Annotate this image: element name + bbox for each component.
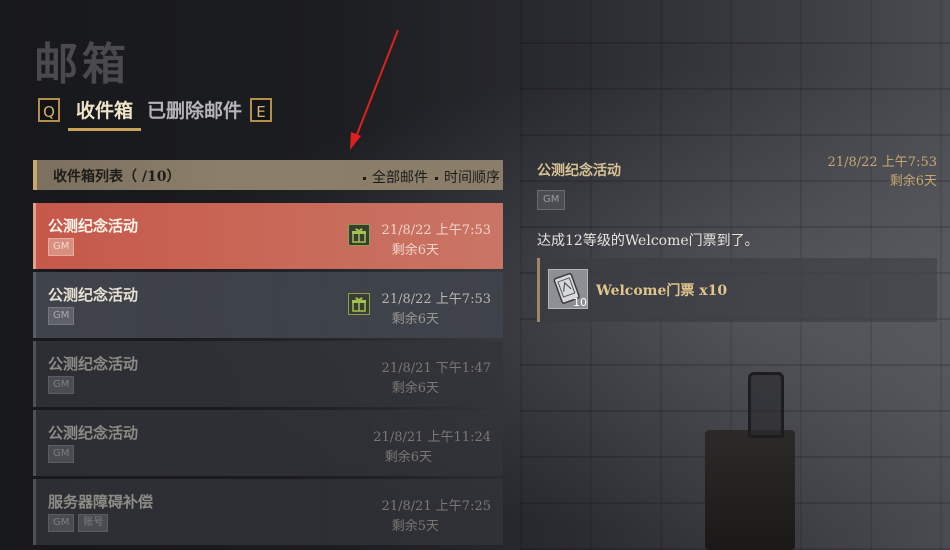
mail-badges: GM 账号	[48, 514, 109, 532]
mail-row[interactable]: 公测纪念活动 GM 21/8/22 上午7:53 剩余6天	[33, 203, 503, 269]
gm-badge: GM	[48, 307, 75, 325]
gm-badge: GM	[48, 238, 75, 256]
mail-date: 21/8/21 上午7:25	[381, 499, 491, 514]
mail-date: 21/8/21 下午1:47	[381, 361, 491, 376]
mail-badges: GM	[48, 376, 75, 394]
gift-icon	[348, 293, 370, 315]
gm-badge: GM	[48, 514, 75, 532]
mail-badges: GM	[48, 238, 75, 256]
mail-remaining: 剩余5天	[391, 519, 439, 534]
gm-badge: GM	[48, 376, 75, 394]
tab-inbox[interactable]: 收件箱	[67, 96, 142, 131]
mail-remaining: 剩余6天	[391, 312, 439, 327]
mail-date: 21/8/22 上午7:53	[381, 223, 491, 238]
bullet-icon	[363, 176, 366, 180]
reward-item[interactable]: 10 Welcome门票 x10	[537, 258, 937, 322]
filter-all-mail[interactable]: 全部邮件	[363, 167, 428, 187]
reward-quantity: 10	[573, 296, 587, 309]
gift-icon	[348, 224, 370, 246]
mail-badges: GM	[48, 445, 75, 463]
prev-tab-key[interactable]: Q	[38, 98, 60, 122]
bullet-icon	[435, 176, 438, 180]
mail-subject: 公测纪念活动	[48, 286, 139, 304]
mail-subject: 服务器障碍补偿	[48, 493, 154, 511]
account-badge: 账号	[78, 514, 109, 532]
ticket-icon: 10	[548, 269, 588, 309]
background-pedestal	[705, 430, 795, 550]
mail-row[interactable]: 公测纪念活动 GM 21/8/21 上午11:24 剩余6天	[33, 410, 503, 476]
mail-badges: GM	[48, 307, 75, 325]
reward-name: Welcome门票 x10	[596, 283, 728, 299]
filter-all-mail-label: 全部邮件	[372, 170, 428, 186]
mail-remaining: 剩余6天	[391, 243, 439, 258]
mail-remaining: 剩余6天	[391, 381, 439, 396]
inbox-list-header: 收件箱列表（ /10） 全部邮件 时间顺序	[33, 160, 503, 190]
detail-body: 达成12等级的Welcome门票到了。	[537, 233, 759, 249]
detail-subject: 公测纪念活动	[537, 163, 621, 179]
next-tab-key[interactable]: E	[250, 98, 272, 122]
mail-subject: 公测纪念活动	[48, 217, 139, 235]
mail-subject: 公测纪念活动	[48, 355, 139, 373]
sort-time-order-label: 时间顺序	[444, 170, 500, 186]
mail-date: 21/8/22 上午7:53	[381, 292, 491, 307]
mail-date: 21/8/21 上午11:24	[373, 430, 491, 445]
mail-row[interactable]: 公测纪念活动 GM 21/8/21 下午1:47 剩余6天	[33, 341, 503, 407]
inbox-list-title: 收件箱列表（ /10）	[53, 169, 181, 185]
detail-gm-badge: GM	[537, 190, 566, 210]
tab-deleted-mail[interactable]: 已删除邮件	[147, 96, 242, 123]
detail-date: 21/8/22 上午7:53	[827, 155, 937, 170]
mail-row[interactable]: 服务器障碍补偿 GM 账号 21/8/21 上午7:25 剩余5天	[33, 479, 503, 545]
sort-time-order[interactable]: 时间顺序	[435, 167, 500, 187]
background-lantern	[748, 372, 784, 438]
page-title: 邮箱	[34, 39, 130, 90]
mail-row[interactable]: 公测纪念活动 GM 21/8/22 上午7:53 剩余6天	[33, 272, 503, 338]
mail-remaining: 剩余6天	[384, 450, 432, 465]
gm-badge: GM	[48, 445, 75, 463]
detail-remaining: 剩余6天	[889, 174, 937, 189]
mail-subject: 公测纪念活动	[48, 424, 139, 442]
